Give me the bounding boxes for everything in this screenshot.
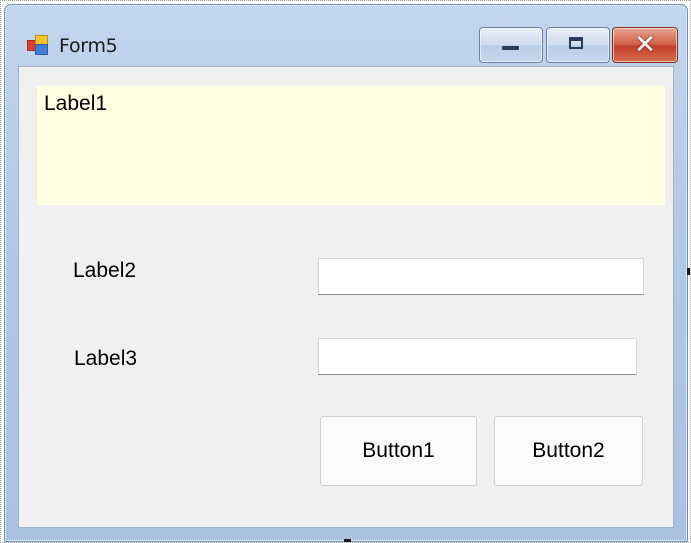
maximize-button[interactable] <box>546 27 610 63</box>
minimize-icon <box>502 46 519 50</box>
form-window: Form5 ✕ Label1 Label2 Label3 Button1 But… <box>4 4 688 542</box>
minimize-button[interactable] <box>479 27 543 63</box>
form-client-area: Label1 Label2 Label3 Button1 Button2 <box>18 66 674 528</box>
textbox2[interactable] <box>318 338 637 375</box>
close-icon: ✕ <box>634 30 656 60</box>
window-title: Form5 <box>59 35 118 57</box>
button2[interactable]: Button2 <box>494 416 643 486</box>
title-bar[interactable]: Form5 ✕ <box>5 5 687 65</box>
maximize-icon <box>569 37 583 49</box>
close-button[interactable]: ✕ <box>612 27 678 63</box>
resize-handle-bottom[interactable] <box>344 539 351 542</box>
textbox1[interactable] <box>318 258 644 295</box>
resize-handle-right[interactable] <box>687 268 690 275</box>
label2: Label2 <box>73 259 137 282</box>
button1[interactable]: Button1 <box>320 416 477 486</box>
windows-forms-icon <box>27 35 51 57</box>
label1: Label1 <box>37 86 665 205</box>
label3: Label3 <box>74 347 138 370</box>
